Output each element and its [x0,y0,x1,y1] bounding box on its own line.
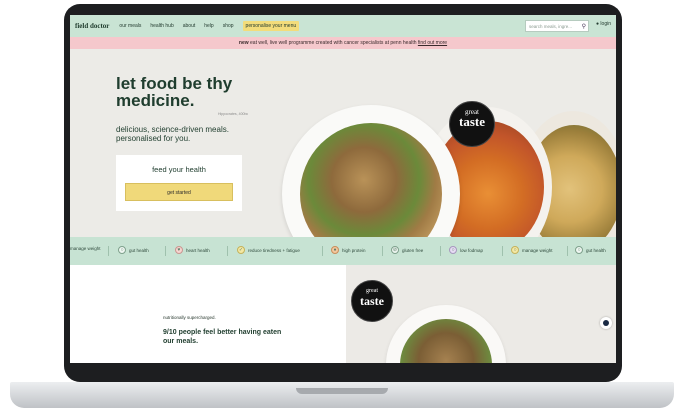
benefit-gut-health: ○ gut health [118,246,149,254]
lower-section: nutritionally supercharged. 9/10 people … [70,265,616,363]
login-label: login [600,21,611,27]
fodmap-icon: ○ [449,246,457,254]
benefit-high-protein: ● high protein [331,246,366,254]
search-input[interactable]: search meals, ingre... ⚲ [525,20,589,32]
benefit-heart-health: ♥ heart health [175,246,210,254]
benefit-divider [322,246,323,256]
benefit-divider [382,246,383,256]
nav-link-shop[interactable]: shop [223,23,234,29]
top-nav: field doctor our meals health hub about … [70,15,616,37]
banner-new-label: new [238,40,249,46]
chat-launcher-button[interactable] [600,317,612,329]
great-taste-badge-lower: great taste [351,280,393,322]
benefit-divider [165,246,166,256]
nav-link-health-hub[interactable]: health hub [150,23,173,29]
gluten-free-icon: ⊘ [391,246,399,254]
nav-link-help[interactable]: help [204,23,213,29]
gut-icon: ○ [118,246,126,254]
benefit-divider [502,246,503,256]
bolt-icon: ✓ [237,246,245,254]
banner-link[interactable]: find out more [418,40,447,46]
benefit-manage-weight: manage weight [70,246,101,251]
benefit-label: reduce tiredness + fatigue [248,247,300,253]
protein-icon: ● [331,246,339,254]
banner-text: eat well, live well programme created wi… [248,40,418,46]
nav-link-personalise-menu[interactable]: personalise your menu [242,21,300,31]
gut-icon: ○ [575,246,583,254]
benefit-label: low fodmap [460,247,484,253]
scale-icon: ○ [511,246,519,254]
benefit-divider [440,246,441,256]
heart-icon: ♥ [175,246,183,254]
get-started-button[interactable]: get started [125,183,233,201]
badge-taste-text: taste [459,114,485,129]
benefit-manage-weight-repeat: ○ manage weight [511,246,553,254]
great-taste-badge: great taste [449,101,495,147]
cta-title: feed your health [152,165,206,174]
hero-title: let food be thy medicine. [116,74,233,110]
meal-image [400,319,492,363]
benefit-low-fodmap: ○ low fodmap [449,246,483,254]
hero-subtitle: delicious, science-driven meals. persona… [116,125,229,143]
meal-plate-lower [386,305,506,363]
benefit-label: manage weight [70,246,101,251]
benefit-divider [108,246,109,256]
benefit-gut-health-repeat: ○ gut health [575,246,606,254]
login-link[interactable]: ● login [596,21,611,27]
cta-card: feed your health get started [116,155,242,211]
announcement-banner: new eat well, live well programme create… [70,37,616,49]
badge-taste-text: taste [360,294,384,308]
hero-section: let food be thy medicine. Hippocrates, 4… [70,49,616,283]
search-icon[interactable]: ⚲ [582,21,586,33]
benefit-label: gut health [129,247,149,253]
laptop-base [10,382,674,408]
benefit-label: gluten free [402,247,424,253]
benefit-divider [227,246,228,256]
benefit-label: high protein [342,247,366,253]
lower-kicker: nutritionally supercharged. [163,315,216,320]
laptop-screen: field doctor our meals health hub about … [70,15,616,363]
benefit-gluten-free: ⊘ gluten free [391,246,423,254]
benefits-strip: manage weight ○ gut health ♥ heart health … [70,237,616,265]
search-placeholder: search meals, ingre... [529,24,573,29]
benefit-divider [567,246,568,256]
benefit-label: gut health [586,247,606,253]
site-logo[interactable]: field doctor [75,22,109,30]
hero-credit: Hippocrates, 400bc [218,112,249,116]
lower-headline: 9/10 people feel better having eaten our… [163,329,282,345]
nav-link-about[interactable]: about [183,23,196,29]
laptop-notch [296,388,388,394]
benefit-label: manage weight [522,247,553,253]
benefit-label: heart health [186,247,210,253]
benefit-reduce-tiredness: ✓ reduce tiredness + fatigue [237,246,300,254]
nav-link-our-meals[interactable]: our meals [119,23,141,29]
